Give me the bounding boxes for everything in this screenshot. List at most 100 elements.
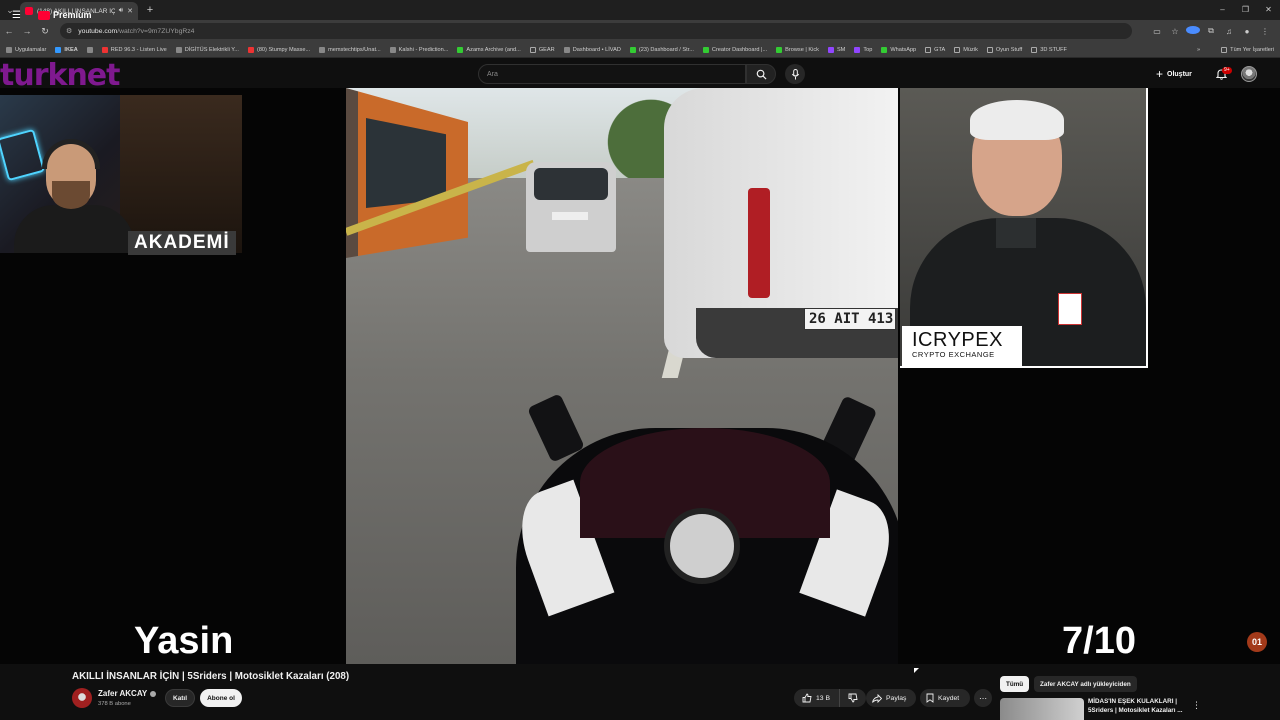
- extension-icon[interactable]: [1186, 26, 1200, 36]
- bookmark-red963[interactable]: RED 96.3 - Listen Live: [101, 46, 167, 53]
- kalshi-icon: [389, 46, 396, 53]
- extensions-puzzle-icon[interactable]: ⧉: [1204, 26, 1218, 36]
- bookmarks-overflow-icon[interactable]: »: [1197, 47, 1200, 53]
- youtube-premium-wordmark: Premium: [53, 10, 92, 20]
- minimize-button[interactable]: –: [1211, 0, 1234, 20]
- stream-icon: [629, 46, 636, 53]
- media-control-icon[interactable]: ♫: [1222, 27, 1236, 36]
- browser-menu-icon[interactable]: ⋮: [1258, 27, 1272, 36]
- account-avatar[interactable]: [1241, 66, 1257, 82]
- bookmarks-right: » Tüm Yer İşaretleri: [1197, 42, 1274, 57]
- background-shelf: [120, 95, 242, 253]
- like-button[interactable]: 13 B: [794, 689, 840, 707]
- streamer-panel: AKADEMİ Yasin: [0, 88, 346, 664]
- bookmark-whatsapp[interactable]: WhatsApp: [881, 46, 916, 53]
- kick-icon: [776, 46, 783, 53]
- chip-from-uploader[interactable]: Zafer AKCAY adlı yükleyiciden: [1034, 676, 1137, 692]
- whatsapp-icon: [881, 46, 888, 53]
- share-label: Paylaş: [886, 694, 907, 702]
- presenter-collar: [996, 218, 1036, 248]
- recommended-thumbnail[interactable]: [1000, 698, 1084, 720]
- channel-avatar[interactable]: [72, 688, 92, 708]
- create-button[interactable]: + Oluştur: [1156, 66, 1192, 82]
- bookmark-sm[interactable]: SM: [827, 46, 845, 53]
- all-bookmarks-link[interactable]: Tüm Yer İşaretleri: [1230, 47, 1274, 53]
- speedometer: [664, 508, 740, 584]
- bookmark-stream-dashboard[interactable]: (23) Dashboard / Str...: [629, 46, 694, 53]
- recommended-title[interactable]: MİDAS'IN EŞEK KULAKLARI | 5Sriders | Mot…: [1088, 697, 1188, 715]
- bookmark-kalshi[interactable]: Kalshi - Prediction...: [389, 46, 448, 53]
- url-text: youtube.com/watch?v=9m7ZUYbgRz4: [78, 28, 194, 35]
- forward-icon[interactable]: →: [18, 26, 36, 36]
- streamer-body: [14, 205, 134, 253]
- bookmark-digitus[interactable]: DİGİTÜS Elektrikli Y...: [175, 46, 239, 53]
- bookmark-livad[interactable]: Dashboard • LİVAD: [563, 46, 621, 53]
- youtube-logo[interactable]: Premium: [38, 10, 92, 20]
- bookmark-oyun[interactable]: Oyun Stuff: [986, 46, 1022, 53]
- create-label: Oluştur: [1167, 70, 1192, 78]
- mouse-cursor-icon: [914, 668, 919, 673]
- icrypex-name: ICRYPEX: [912, 329, 1003, 351]
- channel-name[interactable]: Zafer AKCAY: [98, 689, 157, 698]
- bookmark-star-icon[interactable]: ☆: [1168, 27, 1182, 36]
- bookmark-3d[interactable]: 3D STUFF: [1031, 46, 1067, 53]
- dislike-button[interactable]: [840, 689, 866, 707]
- channel-watermark-icon: 01: [1247, 632, 1267, 652]
- thumbs-up-icon: [802, 693, 812, 703]
- close-window-button[interactable]: ✕: [1257, 0, 1280, 20]
- icrypex-tagline: CRYPTO EXCHANGE: [912, 350, 995, 359]
- van-license-plate: 26 AIT 413: [804, 308, 896, 330]
- more-actions-icon[interactable]: ⋯: [974, 689, 992, 707]
- browser-window: ⌄ (148) AKILLI İNSANLAR İÇİN 🔊︎ ✕ + – ❐ …: [0, 0, 1280, 720]
- search-button[interactable]: [746, 64, 776, 84]
- recommended-menu-icon[interactable]: ⋮: [1192, 700, 1201, 711]
- back-icon[interactable]: ←: [0, 26, 18, 36]
- join-button[interactable]: Katıl: [165, 689, 195, 707]
- bookmark-muzik[interactable]: Müzik: [954, 46, 978, 53]
- window-controls: – ❐ ✕: [1211, 0, 1280, 20]
- livad-icon: [563, 46, 570, 53]
- reload-icon[interactable]: ↻: [36, 26, 54, 37]
- voice-search-button[interactable]: [785, 64, 805, 84]
- bookmark-kick[interactable]: Browse | Kick: [776, 46, 819, 53]
- maximize-button[interactable]: ❐: [1234, 0, 1257, 20]
- save-button[interactable]: Kaydet: [920, 689, 970, 707]
- notification-badge: 9+: [1222, 67, 1232, 74]
- new-tab-button[interactable]: +: [142, 4, 158, 16]
- hamburger-menu-icon[interactable]: ☰: [12, 10, 21, 21]
- site-info-icon[interactable]: ⚙: [66, 27, 72, 35]
- bookmark-grid[interactable]: [86, 46, 93, 53]
- bookmark-apps[interactable]: Uygulamalar: [6, 46, 46, 53]
- video-details: AKILLI İNSANLAR İÇİN | 5Sriders | Motosi…: [0, 664, 1280, 720]
- chip-all[interactable]: Tümü: [1000, 676, 1030, 692]
- bookmark-creator-dashboard[interactable]: Creator Dashboard |...: [702, 46, 767, 53]
- subscribe-button[interactable]: Abone ol: [200, 689, 242, 707]
- browser-toolbar: ← → ↻ ⚙ youtube.com/watch?v=9m7ZUYbgRz4 …: [0, 20, 1280, 42]
- shirt-logo-icon: [1058, 293, 1082, 325]
- cast-icon[interactable]: ▭: [1150, 27, 1164, 36]
- bookmark-gta[interactable]: GTA: [925, 46, 945, 53]
- share-button[interactable]: Paylaş: [866, 689, 916, 707]
- bookmark-gear[interactable]: GEAR: [529, 46, 555, 53]
- twitch-icon: [827, 46, 834, 53]
- bookmark-ikea[interactable]: IKEA: [55, 46, 78, 53]
- bookmark-stumpy[interactable]: (80) Stumpy Masse...: [247, 46, 310, 53]
- plus-icon: +: [1156, 67, 1164, 81]
- url-path: /watch?v=9m7ZUYbgRz4: [117, 27, 195, 35]
- search-input[interactable]: [487, 70, 745, 78]
- bookmark-azams[interactable]: Azams Archive (and...: [457, 46, 521, 53]
- sponsor-video: ICRYPEX CRYPTO EXCHANGE: [900, 88, 1148, 368]
- ikea-icon: [55, 46, 62, 53]
- search-icon: [756, 69, 767, 80]
- bookmarks-bar: Uygulamalar IKEA RED 96.3 - Listen Live …: [0, 42, 1280, 58]
- neon-sign: [0, 128, 46, 182]
- address-bar[interactable]: ⚙ youtube.com/watch?v=9m7ZUYbgRz4: [60, 23, 1132, 39]
- bookmark-github[interactable]: memstechtips/Unat...: [319, 46, 381, 53]
- grid-icon: [86, 46, 93, 53]
- bookmark-top[interactable]: Top: [854, 46, 872, 53]
- folder-icon: [954, 46, 961, 53]
- video-player[interactable]: AKADEMİ Yasin 26 AIT 413 ICRYPEX CRYPTO …: [0, 88, 1280, 664]
- profile-icon[interactable]: ●: [1240, 27, 1254, 36]
- audio-playing-icon[interactable]: 🔊︎: [119, 7, 123, 15]
- tab-close-icon[interactable]: ✕: [127, 7, 133, 15]
